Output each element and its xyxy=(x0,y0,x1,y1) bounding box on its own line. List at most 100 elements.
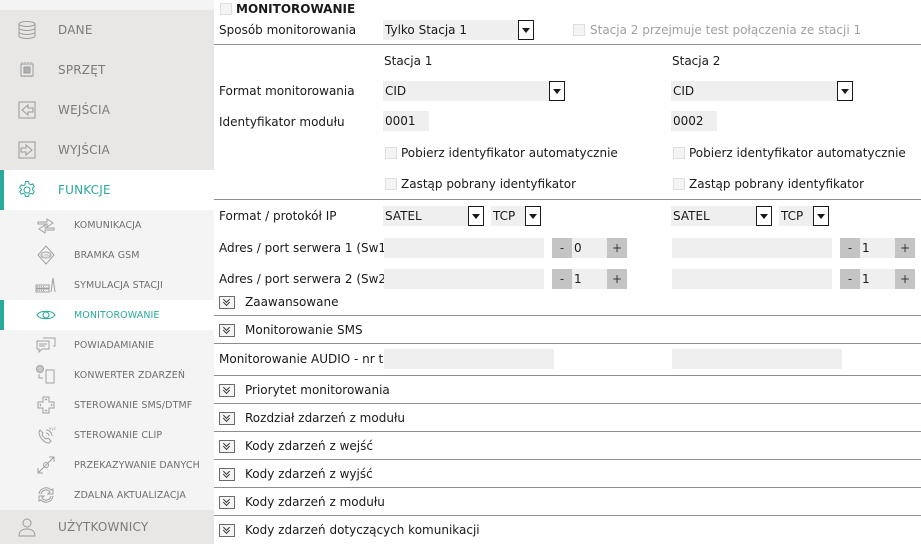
divider xyxy=(214,375,921,376)
expand-icon[interactable] xyxy=(219,467,235,481)
sidebar-subitem-monitorowanie[interactable]: MONITOROWANIE xyxy=(0,300,214,330)
increment-button[interactable]: + xyxy=(895,238,915,258)
port-value[interactable]: 0 xyxy=(574,241,582,255)
replace-id-station1-checkbox[interactable] xyxy=(385,178,397,190)
ip-format-select-station1[interactable]: SATEL xyxy=(383,206,484,226)
page-title: MONITOROWANIE xyxy=(236,2,356,16)
chevron-down-icon[interactable] xyxy=(756,206,772,226)
chevron-down-icon[interactable] xyxy=(525,206,541,226)
section-kody-zdarzen-wyjsc[interactable]: Kody zdarzeń z wyjść xyxy=(219,464,373,484)
divider xyxy=(214,431,921,432)
format-select-station2[interactable]: CID xyxy=(671,81,853,101)
server2-address-station2-input[interactable] xyxy=(672,269,832,289)
audio-label: Monitorowanie AUDIO - nr tel. xyxy=(219,352,398,366)
audio-phone-station2-input[interactable] xyxy=(672,349,842,369)
server2-port-station2-stepper[interactable]: - 1 + xyxy=(840,269,915,289)
sidebar-item-label: BRAMKA GSM xyxy=(74,249,140,261)
station2-test-checkbox[interactable] xyxy=(573,24,585,36)
dpad-icon xyxy=(37,396,55,414)
transfer-icon xyxy=(37,456,55,474)
section-kody-zdarzen-wejsc[interactable]: Kody zdarzeń z wejść xyxy=(219,436,373,456)
divider xyxy=(214,403,921,404)
expand-icon[interactable] xyxy=(219,411,235,425)
format-select-station1[interactable]: CID xyxy=(383,81,565,101)
monitoring-enable-checkbox[interactable] xyxy=(220,3,232,15)
module-id-station1-input[interactable] xyxy=(383,111,429,131)
decrement-button[interactable]: - xyxy=(552,238,572,258)
sidebar: DANE SPRZĘT WEJŚCIA WYJŚCIA FUNKCJE KOMU… xyxy=(0,0,214,544)
expand-icon[interactable] xyxy=(219,439,235,453)
decrement-button[interactable]: - xyxy=(840,238,860,258)
sidebar-item-wyjscia[interactable]: WYJŚCIA xyxy=(0,130,214,170)
sidebar-item-label: WYJŚCIA xyxy=(58,143,110,157)
ip-format-select-station2[interactable]: SATEL xyxy=(671,206,772,226)
chevron-down-icon[interactable] xyxy=(837,81,853,101)
module-id-label: Identyfikator modułu xyxy=(219,115,345,129)
sidebar-item-label: POWIADAMIANIE xyxy=(74,339,155,351)
sidebar-subitem-przekazywanie-danych[interactable]: PRZEKAZYWANIE DANYCH xyxy=(0,450,214,480)
decrement-button[interactable]: - xyxy=(840,269,860,289)
divider xyxy=(214,459,921,460)
auto-id-station2-label: Pobierz identyfikator automatycznie xyxy=(689,146,906,160)
sidebar-item-label: FUNKCJE xyxy=(58,183,111,197)
replace-id-station2-checkbox[interactable] xyxy=(673,178,685,190)
section-priorytet-monitorowania[interactable]: Priorytet monitorowania xyxy=(219,380,390,400)
expand-icon[interactable] xyxy=(219,383,235,397)
ip-protocol-select-station2[interactable]: TCP xyxy=(779,206,829,226)
replace-id-station2-label: Zastąp pobrany identyfikator xyxy=(689,177,865,191)
port-value[interactable]: 1 xyxy=(574,272,582,286)
section-rozdzial-zdarzen[interactable]: Rozdział zdarzeń z modułu xyxy=(219,408,405,428)
ip-protocol-select-station1[interactable]: TCP xyxy=(491,206,541,226)
server1-port-station1-stepper[interactable]: - 0 + xyxy=(552,238,627,258)
sidebar-item-label: STEROWANIE SMS/DTMF xyxy=(74,399,193,411)
server2-address-station1-input[interactable] xyxy=(384,269,544,289)
sidebar-item-uzytkownicy[interactable]: UŻYTKOWNICY xyxy=(0,510,214,544)
chevron-down-icon[interactable] xyxy=(549,81,565,101)
module-id-station2-input[interactable] xyxy=(671,111,717,131)
port-value[interactable]: 1 xyxy=(862,241,870,255)
sidebar-item-funkcje[interactable]: FUNKCJE xyxy=(0,170,214,210)
sidebar-subitem-bramka-gsm[interactable]: GSM BRAMKA GSM xyxy=(0,240,214,270)
chevron-down-icon[interactable] xyxy=(518,20,534,40)
sidebar-item-sprzet[interactable]: SPRZĘT xyxy=(0,50,214,90)
sidebar-subitem-sterowanie-sms-dtmf[interactable]: STEROWANIE SMS/DTMF xyxy=(0,390,214,420)
server1-port-station2-stepper[interactable]: - 1 + xyxy=(840,238,915,258)
auto-id-station1-checkbox[interactable] xyxy=(385,147,397,159)
server1-address-station1-input[interactable] xyxy=(384,238,544,258)
sidebar-item-label: ZDALNA AKTUALIZACJA xyxy=(74,489,186,501)
sidebar-subitem-konwerter-zdarzen[interactable]: KONWERTER ZDARZEŃ xyxy=(0,360,214,390)
sidebar-subitem-powiadamianie[interactable]: POWIADAMIANIE xyxy=(0,330,214,360)
auto-id-station1-label: Pobierz identyfikator automatycznie xyxy=(401,146,618,160)
auto-id-station2-checkbox[interactable] xyxy=(673,147,685,159)
svg-text:xyz: xyz xyxy=(49,426,56,431)
expand-icon[interactable] xyxy=(219,295,235,309)
sidebar-subitem-sterowanie-clip[interactable]: xyz STEROWANIE CLIP xyxy=(0,420,214,450)
server1-address-station2-input[interactable] xyxy=(672,238,832,258)
divider xyxy=(214,315,921,316)
section-monitorowanie-sms[interactable]: Monitorowanie SMS xyxy=(219,320,363,340)
chevron-down-icon[interactable] xyxy=(468,206,484,226)
server2-port-station1-stepper[interactable]: - 1 + xyxy=(552,269,627,289)
chevron-down-icon[interactable] xyxy=(813,206,829,226)
increment-button[interactable]: + xyxy=(895,269,915,289)
station1-header: Stacja 1 xyxy=(384,54,433,68)
port-value[interactable]: 1 xyxy=(862,272,870,286)
audio-phone-station1-input[interactable] xyxy=(384,349,554,369)
sidebar-item-dane[interactable]: DANE xyxy=(0,10,214,50)
sidebar-subitem-zdalna-aktualizacja[interactable]: ZDALNA AKTUALIZACJA xyxy=(0,480,214,510)
increment-button[interactable]: + xyxy=(607,269,627,289)
increment-button[interactable]: + xyxy=(607,238,627,258)
decrement-button[interactable]: - xyxy=(552,269,572,289)
expand-icon[interactable] xyxy=(219,323,235,337)
sidebar-item-wejscia[interactable]: WEJŚCIA xyxy=(0,90,214,130)
section-zaawansowane[interactable]: Zaawansowane xyxy=(219,292,338,312)
method-select[interactable]: Tylko Stacja 1 xyxy=(383,20,534,40)
section-kody-zdarzen-modulu[interactable]: Kody zdarzeń z modułu xyxy=(219,492,385,512)
sidebar-item-label: KONWERTER ZDARZEŃ xyxy=(74,369,186,381)
sidebar-subitem-symulacja-stacji[interactable]: SYMULACJA STACJI xyxy=(0,270,214,300)
divider xyxy=(214,199,921,200)
section-kody-zdarzen-komunikacji[interactable]: Kody zdarzeń dotyczących komunikacji xyxy=(219,520,480,540)
sidebar-subitem-komunikacja[interactable]: KOMUNIKACJA xyxy=(0,210,214,240)
expand-icon[interactable] xyxy=(219,523,235,537)
expand-icon[interactable] xyxy=(219,495,235,509)
